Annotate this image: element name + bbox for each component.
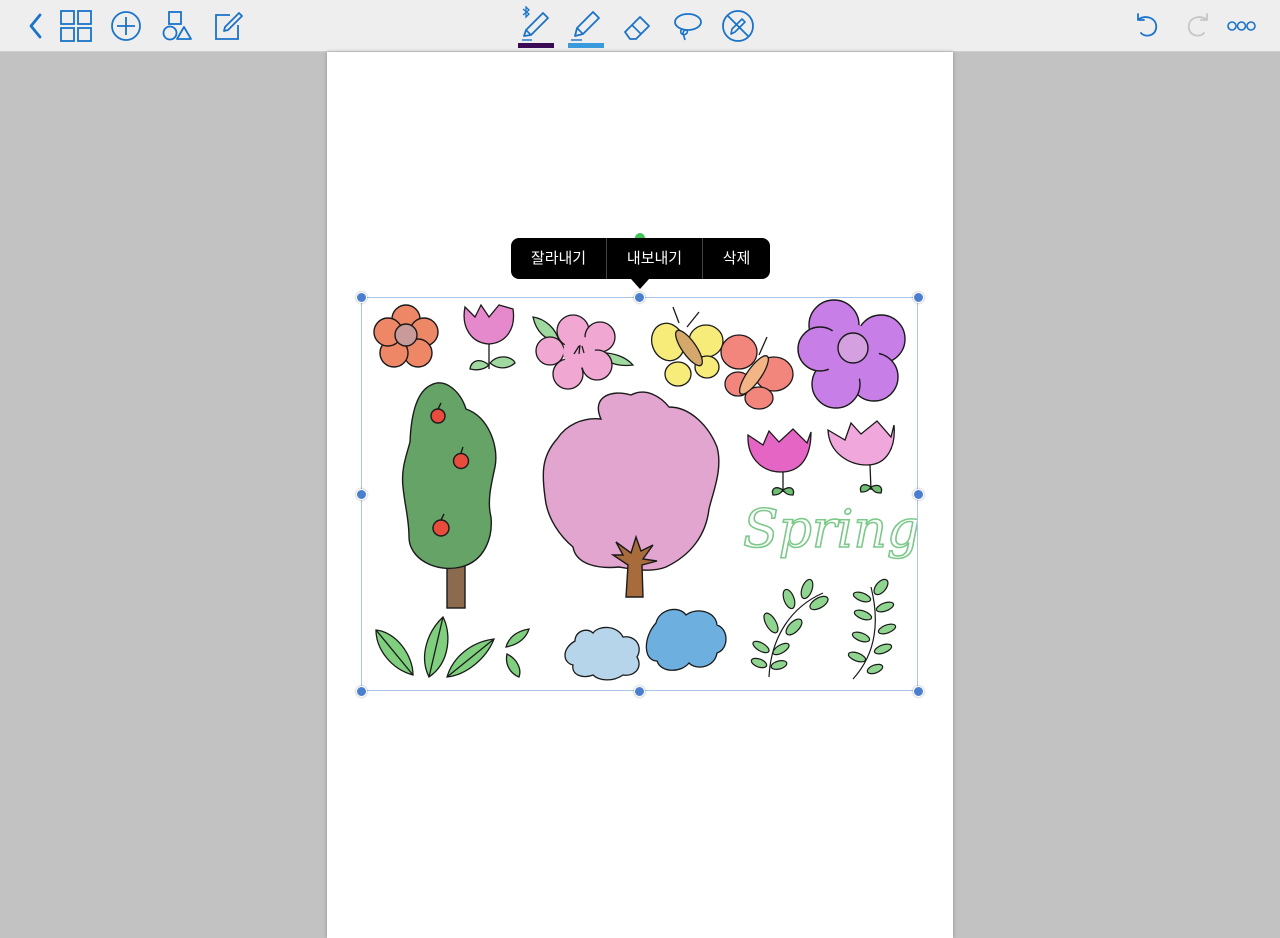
disable-pen-button[interactable] bbox=[718, 6, 758, 46]
pen-off-icon bbox=[722, 10, 754, 42]
redo-button[interactable] bbox=[1178, 6, 1218, 46]
shapes-button[interactable] bbox=[157, 6, 197, 46]
top-toolbar bbox=[0, 0, 1280, 52]
edit-button[interactable] bbox=[208, 6, 248, 46]
resize-handle-top-right[interactable] bbox=[913, 292, 924, 303]
redo-icon bbox=[1187, 13, 1208, 37]
eraser-icon bbox=[624, 16, 650, 40]
lasso-icon bbox=[674, 13, 702, 41]
export-menu-item[interactable]: 내보내기 bbox=[607, 238, 702, 279]
edit-icon bbox=[215, 12, 243, 40]
pen-tool[interactable] bbox=[516, 6, 556, 48]
context-menu: 잘라내기 내보내기 삭제 bbox=[511, 238, 770, 279]
more-icon bbox=[1227, 21, 1256, 31]
add-button[interactable] bbox=[106, 6, 146, 46]
context-menu-pointer bbox=[631, 279, 649, 289]
resize-handle-top[interactable] bbox=[634, 292, 645, 303]
grid-icon bbox=[60, 10, 92, 42]
undo-button[interactable] bbox=[1127, 6, 1167, 46]
highlighter-icon bbox=[571, 11, 600, 41]
chevron-left-icon bbox=[29, 13, 42, 39]
resize-handle-left[interactable] bbox=[356, 489, 367, 500]
more-button[interactable] bbox=[1222, 6, 1262, 46]
cut-menu-item[interactable]: 잘라내기 bbox=[511, 238, 606, 279]
resize-handle-bottom-right[interactable] bbox=[913, 686, 924, 697]
undo-icon bbox=[1137, 13, 1158, 37]
back-button[interactable] bbox=[14, 6, 54, 46]
resize-handle-bottom-left[interactable] bbox=[356, 686, 367, 697]
plus-circle-icon bbox=[111, 11, 141, 41]
pen-color-indicator bbox=[518, 43, 554, 48]
resize-handle-right[interactable] bbox=[913, 489, 924, 500]
eraser-tool[interactable] bbox=[617, 6, 657, 46]
bluetooth-pen-icon bbox=[522, 6, 549, 41]
highlighter-tool[interactable] bbox=[566, 6, 606, 48]
resize-handle-bottom[interactable] bbox=[634, 686, 645, 697]
resize-handle-top-left[interactable] bbox=[356, 292, 367, 303]
lasso-tool[interactable] bbox=[668, 6, 708, 46]
thumbnails-button[interactable] bbox=[56, 6, 96, 46]
highlighter-color-indicator bbox=[568, 43, 604, 48]
selection-frame[interactable] bbox=[361, 297, 918, 691]
shapes-icon bbox=[162, 11, 192, 41]
delete-menu-item[interactable]: 삭제 bbox=[703, 238, 770, 279]
